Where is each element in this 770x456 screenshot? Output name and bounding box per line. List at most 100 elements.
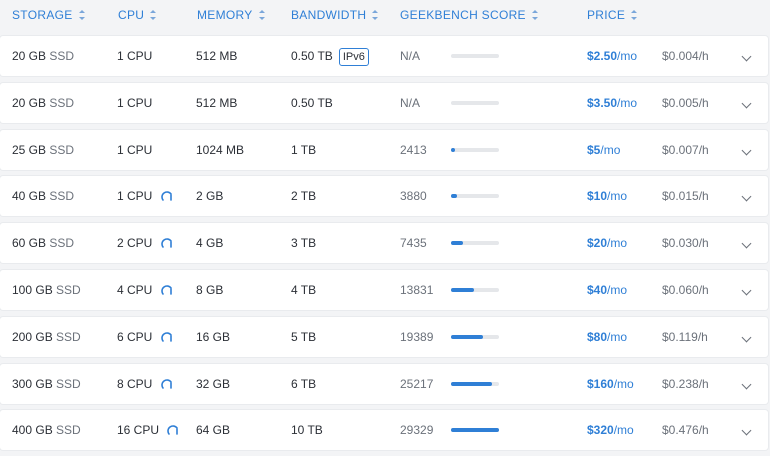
score-value: 3880: [400, 189, 427, 204]
column-header-label: BANDWIDTH: [291, 8, 367, 22]
speed-gauge-icon[interactable]: [161, 237, 173, 249]
memory-size: 512 MB: [196, 95, 238, 110]
storage-cell: 20 GB SSD: [12, 36, 74, 76]
speed-gauge-icon[interactable]: [167, 424, 179, 436]
storage-cell: 40 GB SSD: [12, 176, 74, 216]
score-bar-fill: [451, 288, 474, 292]
price-amount: $2.50: [587, 49, 618, 63]
table-row[interactable]: 25 GB SSD 1 CPU 1024 MB 1 TB 2413 $5/mo $0.007…: [0, 129, 768, 170]
storage-size: 400 GB: [12, 423, 53, 438]
monthly-price: $320/mo: [587, 410, 634, 450]
sort-icon[interactable]: [372, 10, 380, 20]
cpu-cell: 1 CPU: [117, 130, 152, 170]
score-bar-fill: [451, 428, 499, 433]
storage-cell: 300 GB SSD: [12, 364, 81, 404]
column-header-cpu[interactable]: CPU: [118, 8, 158, 22]
table-row[interactable]: 60 GB SSD 2 CPU 4 GB 3 TB 7435 $20/mo $0.030/h: [0, 223, 768, 264]
storage-cell: 60 GB SSD: [12, 223, 74, 263]
cpu-count: 4 CPU: [117, 283, 153, 297]
storage-type: SSD: [56, 329, 81, 344]
speed-gauge-icon[interactable]: [161, 331, 173, 343]
cpu-cell: 1 CPU: [117, 83, 152, 123]
chevron-down-icon[interactable]: [741, 191, 752, 202]
cpu-cell: 2 CPU: [117, 223, 152, 263]
cpu-count: 1 CPU: [117, 142, 153, 157]
score-bar-fill: [451, 147, 455, 152]
table-row[interactable]: 20 GB SSD 1 CPU 512 MB 0.50 TB IPv6 N/A $2.50/…: [0, 36, 768, 76]
price-amount: $80: [587, 329, 608, 344]
memory-size: 8 GB: [196, 283, 224, 297]
storage-type: SSD: [49, 189, 75, 204]
cpu-cell: 1 CPU: [117, 36, 152, 76]
hourly-price: $0.238/h: [662, 376, 709, 391]
price-amount: $40: [587, 283, 608, 297]
price-period: /mo: [607, 236, 628, 251]
monthly-price: $40/mo: [587, 270, 627, 310]
memory-cell: 1024 MB: [196, 130, 244, 170]
chevron-down-icon[interactable]: [741, 425, 752, 436]
geekbench-score: 13831: [400, 270, 433, 310]
column-header-bandwidth[interactable]: BANDWIDTH: [291, 8, 380, 22]
column-header-price[interactable]: PRICE: [587, 8, 639, 22]
bandwidth-amount: 0.50 TB: [291, 49, 333, 63]
chevron-down-icon[interactable]: [741, 379, 752, 390]
sort-icon[interactable]: [150, 10, 158, 20]
hourly-price: $0.015/h: [662, 189, 709, 204]
monthly-price: $5/mo: [587, 130, 620, 170]
column-header-geekbench-score[interactable]: GEEKBENCH SCORE: [400, 8, 540, 22]
table-row[interactable]: 300 GB SSD 8 CPU 32 GB 6 TB 25217 $160/mo $0.2…: [0, 363, 768, 404]
storage-size: 200 GB: [12, 329, 53, 344]
storage-size: 20 GB: [12, 95, 47, 110]
table-row[interactable]: 100 GB SSD 4 CPU 8 GB 4 TB 13831 $40/mo $0.060…: [0, 270, 768, 310]
memory-size: 64 GB: [196, 423, 231, 438]
bandwidth-amount: 3 TB: [291, 236, 317, 251]
score-value: 13831: [400, 283, 434, 297]
price-period: /mo: [613, 376, 634, 391]
sort-icon[interactable]: [258, 10, 267, 20]
cpu-count: 1 CPU: [117, 189, 153, 204]
storage-cell: 25 GB SSD: [12, 130, 74, 170]
memory-size: 2 GB: [196, 189, 224, 204]
table-row[interactable]: 200 GB SSD 6 CPU 16 GB 5 TB 19389 $80/mo $0.11…: [0, 316, 768, 357]
bandwidth-cell: 5 TB: [291, 317, 316, 357]
cpu-cell: 1 CPU: [117, 176, 152, 216]
table-row[interactable]: 40 GB SSD 1 CPU 2 GB 2 TB 3880 $10/mo $0.015/h: [0, 176, 768, 217]
chevron-down-icon[interactable]: [741, 98, 752, 109]
monthly-price: $3.50/mo: [587, 83, 637, 123]
storage-size: 20 GB: [12, 49, 47, 63]
geekbench-score: N/A: [400, 83, 420, 123]
price-amount: $10: [587, 189, 608, 204]
storage-type: SSD: [56, 376, 81, 391]
column-header-storage[interactable]: STORAGE: [12, 8, 87, 22]
table-row[interactable]: 20 GB SSD 1 CPU 512 MB 0.50 TB N/A $3.50/mo $0…: [0, 82, 768, 123]
score-bar: [451, 194, 499, 199]
sort-icon[interactable]: [78, 10, 87, 20]
speed-gauge-icon[interactable]: [161, 190, 173, 202]
bandwidth-amount: 10 TB: [291, 423, 323, 438]
storage-type: SSD: [49, 95, 75, 110]
chevron-down-icon[interactable]: [741, 332, 752, 343]
hourly-price: $0.060/h: [662, 283, 709, 297]
chevron-down-icon[interactable]: [741, 285, 752, 296]
column-header-label: CPU: [118, 8, 145, 22]
table-row[interactable]: 400 GB SSD 16 CPU 64 GB 10 TB 29329 $320/mo $0…: [0, 410, 768, 451]
speed-gauge-icon[interactable]: [161, 378, 173, 390]
sort-icon[interactable]: [531, 10, 540, 20]
chevron-down-icon[interactable]: [741, 238, 752, 249]
price-period: /mo: [600, 142, 621, 157]
bandwidth-cell: 10 TB: [291, 410, 323, 450]
bandwidth-cell: 2 TB: [291, 176, 316, 216]
chevron-down-icon[interactable]: [741, 51, 752, 62]
geekbench-score: 2413: [400, 130, 427, 170]
sort-icon[interactable]: [631, 10, 639, 20]
geekbench-score: 29329: [400, 410, 433, 450]
hourly-price: $0.005/h: [662, 95, 709, 110]
speed-gauge-icon[interactable]: [161, 284, 173, 296]
score-bar: [451, 334, 499, 339]
chevron-down-icon[interactable]: [741, 145, 752, 156]
hourly-price: $0.007/h: [662, 142, 709, 157]
score-value: 7435: [400, 236, 427, 251]
column-header-memory[interactable]: MEMORY: [197, 8, 267, 22]
memory-size: 32 GB: [196, 376, 231, 391]
monthly-price: $160/mo: [587, 364, 634, 404]
